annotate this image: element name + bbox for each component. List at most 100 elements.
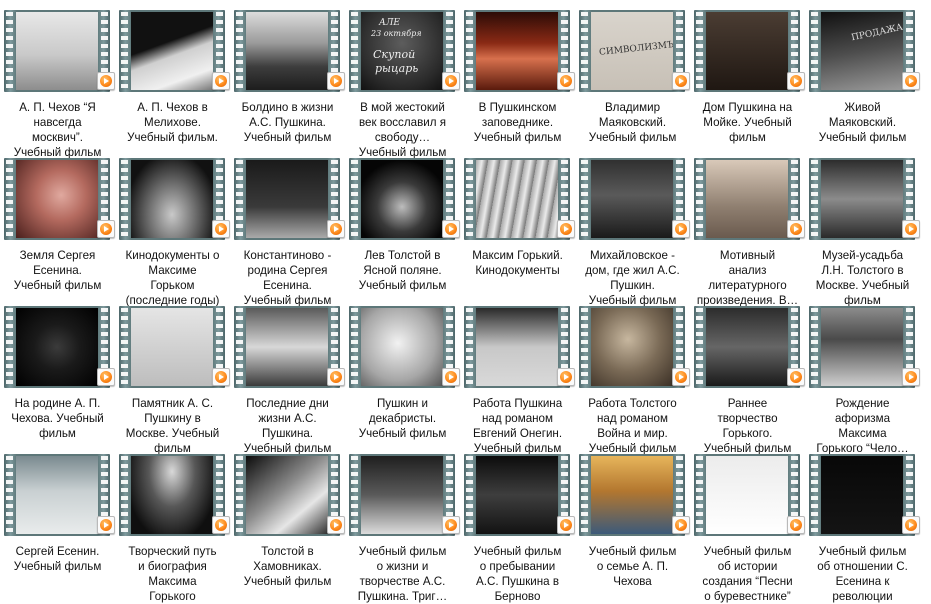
- video-file-name[interactable]: Учебный фильм об истории создания “Песни о …: [690, 544, 805, 604]
- video-file-item[interactable]: Толстой в Хамовниках. Учебный фильм: [230, 454, 345, 601]
- video-file-name[interactable]: Константиново - родина Сергея Есенина. Учеб…: [230, 248, 345, 308]
- video-thumbnail[interactable]: [464, 158, 575, 240]
- video-file-item[interactable]: Сергей Есенин. Учебный фильм: [0, 454, 115, 601]
- play-video-icon[interactable]: [97, 368, 115, 386]
- play-video-icon[interactable]: [442, 220, 460, 238]
- video-thumbnail[interactable]: [4, 158, 115, 240]
- video-thumbnail[interactable]: [234, 454, 345, 536]
- video-thumbnail[interactable]: [4, 306, 115, 388]
- play-video-icon[interactable]: [902, 368, 920, 386]
- play-video-icon[interactable]: [557, 72, 575, 90]
- video-thumbnail[interactable]: [464, 10, 575, 92]
- video-thumbnail[interactable]: [119, 158, 230, 240]
- video-thumbnail[interactable]: АЛЕ 23 октября Скупой рыцарь: [349, 10, 460, 92]
- video-thumbnail[interactable]: [809, 306, 920, 388]
- video-thumbnail[interactable]: [4, 10, 115, 92]
- video-file-item[interactable]: АЛЕ 23 октября Скупой рыцарь В мой жестокий в…: [345, 10, 460, 159]
- play-video-icon[interactable]: [787, 516, 805, 534]
- play-video-icon[interactable]: [557, 220, 575, 238]
- video-file-name[interactable]: Работа Толстого над романом Война и мир. Уч…: [575, 396, 690, 456]
- video-file-name[interactable]: А. П. Чехов “Я навсегда москвич”. Учебный ф…: [0, 100, 115, 160]
- video-file-name[interactable]: Михайловское - дом, где жил А.С. Пушкин. Уч…: [575, 248, 690, 308]
- video-file-item[interactable]: А. П. Чехов в Мелихове. Учебный фильм.: [115, 10, 230, 157]
- video-file-item[interactable]: Учебный фильм о семье А. П. Чехова: [575, 454, 690, 601]
- video-file-name[interactable]: Мотивный анализ литературного произведения.…: [690, 248, 805, 308]
- video-file-name[interactable]: Кинодокументы о Максиме Горьком (последние …: [115, 248, 230, 308]
- video-thumbnail[interactable]: [119, 306, 230, 388]
- video-file-item[interactable]: Творческий путь и биография Максима Горьког…: [115, 454, 230, 603]
- video-thumbnail[interactable]: СИМВОЛИЗМЪ: [579, 10, 690, 92]
- play-video-icon[interactable]: [672, 220, 690, 238]
- play-video-icon[interactable]: [672, 368, 690, 386]
- video-thumbnail[interactable]: ПРОДАЖА: [809, 10, 920, 92]
- video-thumbnail[interactable]: [694, 158, 805, 240]
- video-file-item[interactable]: Учебный фильм об истории создания “Песни о …: [690, 454, 805, 604]
- video-thumbnail[interactable]: [579, 454, 690, 536]
- play-video-icon[interactable]: [787, 220, 805, 238]
- play-video-icon[interactable]: [327, 368, 345, 386]
- play-video-icon[interactable]: [787, 368, 805, 386]
- video-file-item[interactable]: Последние дни жизни А.С. Пушкина. Учебный ф…: [230, 306, 345, 456]
- video-file-item[interactable]: Кинодокументы о Максиме Горьком (последние …: [115, 158, 230, 308]
- play-video-icon[interactable]: [327, 516, 345, 534]
- video-thumbnail[interactable]: [579, 158, 690, 240]
- video-file-item[interactable]: Михайловское - дом, где жил А.С. Пушкин. Уч…: [575, 158, 690, 308]
- video-file-item[interactable]: Пушкин и декабристы. Учебный фильм: [345, 306, 460, 453]
- video-file-item[interactable]: Мотивный анализ литературного произведения.…: [690, 158, 805, 308]
- video-file-item[interactable]: СИМВОЛИЗМЪ Владимир Маяковский. Учебный фил…: [575, 10, 690, 157]
- play-video-icon[interactable]: [212, 220, 230, 238]
- video-file-name[interactable]: Последние дни жизни А.С. Пушкина. Учебный ф…: [230, 396, 345, 456]
- video-file-name[interactable]: Раннее творчество Горького. Учебный фильм: [690, 396, 805, 456]
- video-file-name[interactable]: Максим Горький. Кинодокументы: [460, 248, 575, 278]
- video-file-item[interactable]: Учебный фильм о пребывании А.С. Пушкина в Б…: [460, 454, 575, 603]
- video-file-name[interactable]: Лев Толстой в Ясной поляне. Учебный фильм: [345, 248, 460, 293]
- video-file-item[interactable]: Болдино в жизни А.С. Пушкина. Учебный филь…: [230, 10, 345, 157]
- video-file-item[interactable]: Рождение афоризма Максима Горького “Чело…: [805, 306, 920, 456]
- play-video-icon[interactable]: [327, 72, 345, 90]
- video-thumbnail[interactable]: [349, 454, 460, 536]
- play-video-icon[interactable]: [787, 72, 805, 90]
- play-video-icon[interactable]: [442, 72, 460, 90]
- video-file-name[interactable]: Рождение афоризма Максима Горького “Чело…: [805, 396, 920, 456]
- video-file-item[interactable]: Раннее творчество Горького. Учебный фильм: [690, 306, 805, 456]
- play-video-icon[interactable]: [672, 72, 690, 90]
- video-file-item[interactable]: ПРОДАЖА Живой Маяковский. Учебный фильм: [805, 10, 920, 157]
- video-thumbnail[interactable]: [694, 10, 805, 92]
- video-file-name[interactable]: Владимир Маяковский. Учебный фильм: [575, 100, 690, 145]
- video-thumbnail[interactable]: [464, 454, 575, 536]
- video-thumbnail[interactable]: [4, 454, 115, 536]
- play-video-icon[interactable]: [442, 368, 460, 386]
- video-thumbnail[interactable]: [694, 306, 805, 388]
- play-video-icon[interactable]: [212, 516, 230, 534]
- video-file-name[interactable]: Памятник А. С. Пушкину в Москве. Учебный фи…: [115, 396, 230, 456]
- video-file-item[interactable]: Памятник А. С. Пушкину в Москве. Учебный фи…: [115, 306, 230, 456]
- video-file-item[interactable]: Константиново - родина Сергея Есенина. Учеб…: [230, 158, 345, 308]
- play-video-icon[interactable]: [902, 72, 920, 90]
- play-video-icon[interactable]: [97, 72, 115, 90]
- video-file-name[interactable]: Пушкин и декабристы. Учебный фильм: [345, 396, 460, 441]
- video-file-item[interactable]: А. П. Чехов “Я навсегда москвич”. Учебный ф…: [0, 10, 115, 160]
- video-file-item[interactable]: Лев Толстой в Ясной поляне. Учебный фильм: [345, 158, 460, 305]
- video-thumbnail[interactable]: [119, 10, 230, 92]
- video-thumbnail[interactable]: [234, 158, 345, 240]
- play-video-icon[interactable]: [557, 516, 575, 534]
- video-thumbnail[interactable]: [349, 306, 460, 388]
- video-thumbnail[interactable]: [694, 454, 805, 536]
- video-file-item[interactable]: Учебный фильм о жизни и творчестве А.С. Пуш…: [345, 454, 460, 603]
- play-video-icon[interactable]: [327, 220, 345, 238]
- video-file-name[interactable]: Дом Пушкина на Мойке. Учебный фильм: [690, 100, 805, 145]
- video-thumbnail[interactable]: [464, 306, 575, 388]
- video-thumbnail[interactable]: [809, 454, 920, 536]
- video-file-item[interactable]: Дом Пушкина на Мойке. Учебный фильм: [690, 10, 805, 157]
- video-file-item[interactable]: На родине А. П. Чехова. Учебный фильм: [0, 306, 115, 453]
- video-file-name[interactable]: В Пушкинском заповеднике. Учебный фильм: [460, 100, 575, 145]
- video-thumbnail[interactable]: [234, 306, 345, 388]
- play-video-icon[interactable]: [97, 516, 115, 534]
- video-file-item[interactable]: Земля Сергея Есенина. Учебный фильм: [0, 158, 115, 305]
- video-file-name[interactable]: Музей-усадьба Л.Н. Толстого в Москве. Учеб…: [805, 248, 920, 308]
- video-file-name[interactable]: Работа Пушкина над романом Евгений Онегин.…: [460, 396, 575, 456]
- play-video-icon[interactable]: [212, 368, 230, 386]
- video-file-item[interactable]: Максим Горький. Кинодокументы: [460, 158, 575, 305]
- video-thumbnail[interactable]: [809, 158, 920, 240]
- play-video-icon[interactable]: [902, 220, 920, 238]
